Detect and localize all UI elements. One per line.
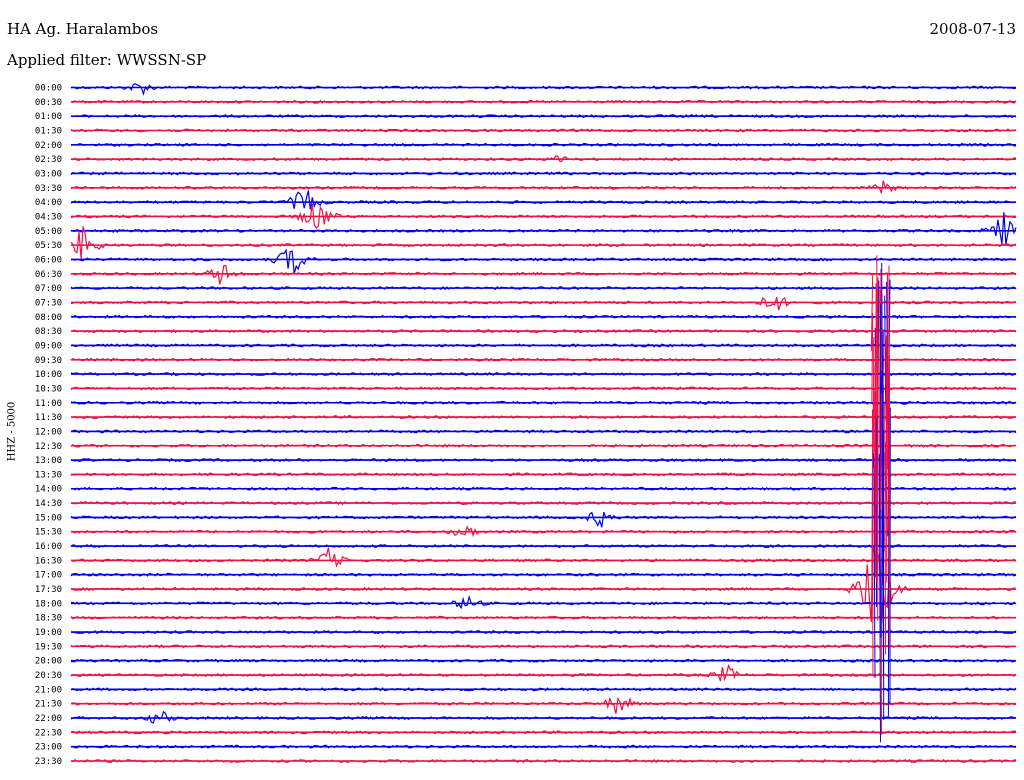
large-event: [870, 255, 891, 743]
row-time-label: 21:00: [35, 685, 62, 695]
row-time-label: 06:30: [35, 270, 62, 280]
trace-row: [70, 190, 1017, 210]
trace-row: [70, 180, 1017, 194]
row-time-label: 14:30: [35, 499, 62, 509]
row-time-label: 00:00: [35, 84, 62, 94]
row-time-label: 13:30: [35, 470, 62, 480]
trace-row: [70, 83, 1017, 96]
row-time-label: 16:00: [35, 542, 62, 552]
row-time-label: 00:30: [35, 98, 62, 108]
row-time-label: 18:30: [35, 614, 62, 624]
row-time-label: 09:00: [35, 341, 62, 351]
row-time-label: 01:00: [35, 112, 62, 122]
event-stroke: [882, 331, 884, 586]
row-time-label: 23:30: [35, 757, 62, 767]
row-time-label: 22:00: [35, 714, 62, 724]
row-time-label: 06:00: [35, 255, 62, 265]
row-time-label: 19:30: [35, 642, 62, 652]
row-time-label: 05:00: [35, 227, 62, 237]
event-stroke: [884, 403, 887, 655]
row-time-label: 17:00: [35, 571, 62, 581]
row-time-label: 03:30: [35, 184, 62, 194]
row-time-label: 04:00: [35, 198, 62, 208]
row-time-label: 12:00: [35, 427, 62, 437]
row-time-label: 05:30: [35, 241, 62, 251]
row-time-label: 10:00: [35, 370, 62, 380]
row-time-label: 22:30: [35, 728, 62, 738]
row-time-label: 03:00: [35, 169, 62, 179]
row-time-label: 13:00: [35, 456, 62, 466]
trace-row: [70, 264, 1017, 285]
trace-row: [70, 248, 1017, 274]
event-stroke: [872, 337, 875, 469]
trace-row: [70, 663, 1017, 682]
row-time-label: 15:30: [35, 528, 62, 538]
row-time-label: 12:30: [35, 442, 62, 452]
row-time-label: 11:00: [35, 399, 62, 409]
row-time-label: 20:00: [35, 657, 62, 667]
row-time-label: 02:00: [35, 141, 62, 151]
row-time-label: 09:30: [35, 356, 62, 366]
row-time-label: 07:30: [35, 298, 62, 308]
row-time-label: 15:00: [35, 513, 62, 523]
event-stroke: [885, 428, 888, 583]
row-time-label: 18:00: [35, 599, 62, 609]
helicorder-plot: 00:00 00:30 01:00 01:30 02:00 02:30 03:00 03:30…: [35, 83, 1017, 767]
row-time-label: 08:30: [35, 327, 62, 337]
row-time-label: 20:30: [35, 671, 62, 681]
event-stroke: [876, 433, 878, 582]
trace-row: [70, 296, 1016, 311]
row-time-label: 23:00: [35, 743, 62, 753]
row-time-label: 21:30: [35, 700, 62, 710]
trace-row: [70, 696, 1017, 714]
row-time-label: 11:30: [35, 413, 62, 423]
row-time-label: 17:30: [35, 585, 62, 595]
row-time-label: 07:00: [35, 284, 62, 294]
row-time-label: 10:30: [35, 384, 62, 394]
row-time-label: 16:30: [35, 556, 62, 566]
row-time-label: 14:00: [35, 485, 62, 495]
row-time-label: 04:30: [35, 212, 62, 222]
row-time-label: 02:30: [35, 155, 62, 165]
row-time-label: 19:00: [35, 628, 62, 638]
row-time-label: 08:00: [35, 313, 62, 323]
row-time-label: 01:30: [35, 126, 62, 136]
